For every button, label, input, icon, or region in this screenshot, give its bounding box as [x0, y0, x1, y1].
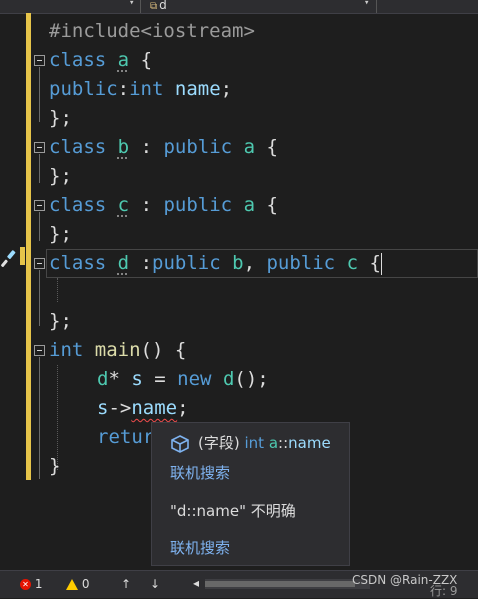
error-count[interactable]: ✕ 1 [20, 577, 42, 591]
code-line-11[interactable]: }; [49, 307, 72, 336]
code-line-16[interactable]: } [49, 452, 60, 481]
code-line-1[interactable]: #include<iostream> [49, 17, 255, 46]
code-line-2[interactable]: class a { [49, 46, 152, 75]
scrollbar-thumb[interactable] [205, 581, 355, 587]
fold-toggle-class-c[interactable] [34, 200, 45, 211]
ambiguous-member-error[interactable]: name [131, 397, 177, 419]
change-tracking-bar-current [20, 247, 25, 265]
navigation-bar: ▾ ⧉ d ▾ [0, 0, 478, 14]
indent-guide [57, 278, 58, 302]
fold-toggle-class-d[interactable] [34, 258, 45, 269]
member-dropdown[interactable]: ⧉ d [150, 0, 167, 12]
online-search-link-1[interactable]: 联机搜索 [170, 462, 230, 483]
nav-separator [140, 0, 141, 13]
horizontal-scrollbar[interactable] [205, 579, 370, 589]
text-cursor [380, 252, 382, 275]
status-bar: ✕ 1 0 ↑ ↓ ◂ 行: 9 CSDN @Rain-ZZX [0, 570, 478, 598]
code-line-5[interactable]: class b : public a { [49, 133, 278, 162]
fold-guide [39, 357, 40, 479]
fold-toggle-class-b[interactable] [34, 142, 45, 153]
code-line-13[interactable]: d* s = new d(); [97, 365, 269, 394]
change-tracking-bar [26, 13, 31, 480]
fold-guide [39, 270, 40, 326]
quick-info-tooltip: (字段) int a::name 联机搜索 "d::name" 不明确 联机搜索 [151, 422, 350, 566]
member-class-icon: ⧉ [150, 1, 158, 12]
code-line-12[interactable]: int main() { [49, 336, 186, 365]
fold-guide [39, 212, 40, 241]
member-name: d [159, 0, 167, 12]
warning-count[interactable]: 0 [66, 577, 89, 591]
code-line-6[interactable]: }; [49, 162, 72, 191]
next-issue-arrow[interactable]: ↓ [150, 577, 160, 591]
member-dropdown-arrow[interactable]: ▾ [364, 0, 369, 8]
scroll-left-arrow[interactable]: ◂ [193, 576, 199, 590]
watermark: CSDN @Rain-ZZX [352, 573, 458, 587]
error-message: "d::name" 不明确 [170, 502, 296, 520]
code-line-8[interactable]: }; [49, 220, 72, 249]
tooltip-signature: (字段) int a::name [198, 434, 331, 452]
fold-guide [39, 67, 40, 122]
fold-toggle-class-a[interactable] [34, 55, 45, 66]
error-icon: ✕ [20, 579, 31, 590]
code-line-9[interactable]: class d :public b, public c { [49, 249, 382, 278]
fold-guide [39, 154, 40, 183]
previous-issue-arrow[interactable]: ↑ [121, 577, 131, 591]
code-line-14[interactable]: s->name; [97, 394, 189, 423]
quick-actions-icon[interactable] [0, 249, 20, 269]
scope-dropdown-arrow[interactable]: ▾ [129, 0, 134, 8]
code-line-3[interactable]: public:int name; [49, 75, 232, 104]
nav-separator-2 [376, 0, 377, 13]
code-line-4[interactable]: }; [49, 104, 72, 133]
code-line-15[interactable]: retur [97, 423, 154, 452]
fold-toggle-main[interactable] [34, 345, 45, 356]
warning-icon [66, 579, 78, 590]
code-line-7[interactable]: class c : public a { [49, 191, 278, 220]
online-search-link-2[interactable]: 联机搜索 [170, 537, 230, 558]
field-icon [171, 435, 189, 453]
